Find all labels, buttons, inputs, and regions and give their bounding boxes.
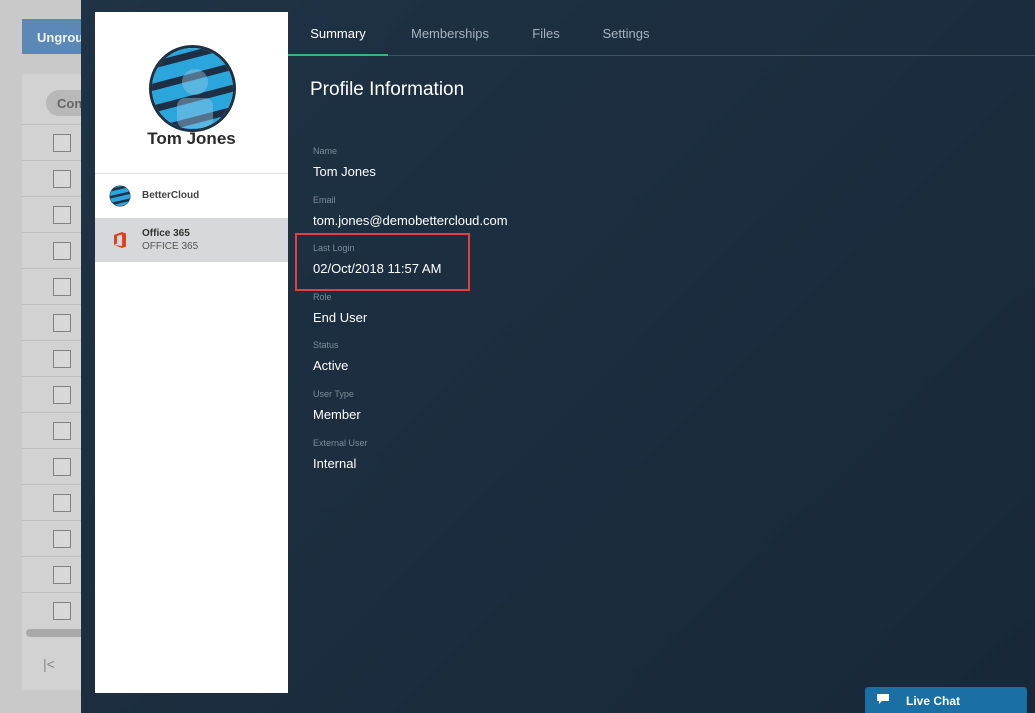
row-checkbox[interactable]: [53, 602, 71, 620]
live-chat-label: Live Chat: [906, 694, 961, 708]
tab-summary[interactable]: Summary: [288, 12, 388, 56]
chat-bubble-icon: [877, 694, 889, 704]
row-checkbox[interactable]: [53, 170, 71, 188]
field-value: End User: [313, 310, 368, 325]
field-label: Role: [313, 292, 332, 302]
highlight-box: [295, 233, 470, 291]
profile-sidebar: Tom Jones BetterCloud Office 365 OFFICE …: [95, 12, 288, 693]
profile-tabs: Summary Memberships Files Settings: [288, 12, 1035, 56]
app-item-bettercloud[interactable]: BetterCloud: [95, 174, 288, 218]
row-checkbox[interactable]: [53, 206, 71, 224]
field-role: Role End User: [313, 292, 367, 325]
tab-settings[interactable]: Settings: [596, 12, 656, 56]
app-item-sublabel: OFFICE 365: [142, 241, 199, 252]
field-value: Tom Jones: [313, 164, 376, 179]
profile-user-name: Tom Jones: [147, 129, 236, 148]
field-label: Status: [313, 340, 339, 350]
avatar: [149, 45, 236, 132]
tab-files[interactable]: Files: [526, 12, 566, 56]
row-checkbox[interactable]: [53, 350, 71, 368]
field-value: Member: [313, 407, 361, 422]
field-label: Name: [313, 146, 338, 156]
field-status: Status Active: [313, 340, 348, 373]
row-checkbox[interactable]: [53, 494, 71, 512]
user-avatar-icon: [152, 48, 233, 129]
row-checkbox[interactable]: [53, 386, 71, 404]
row-checkbox[interactable]: [53, 530, 71, 548]
field-value: tom.jones@demobettercloud.com: [313, 213, 508, 228]
row-checkbox[interactable]: [53, 422, 71, 440]
row-checkbox[interactable]: [53, 134, 71, 152]
bettercloud-logo-icon: [109, 185, 131, 207]
field-user-type: User Type Member: [313, 389, 361, 422]
office365-logo-icon: [114, 232, 126, 248]
field-name: Name Tom Jones: [313, 146, 376, 179]
field-value: Internal: [313, 456, 357, 471]
field-label: External User: [313, 438, 368, 448]
field-label: User Type: [313, 389, 354, 399]
first-page-button[interactable]: |<: [43, 656, 55, 672]
tab-memberships[interactable]: Memberships: [402, 12, 498, 56]
app-item-label: Office 365: [142, 228, 190, 239]
field-label: Email: [313, 195, 336, 205]
app-item-label: BetterCloud: [142, 190, 200, 201]
field-value: Active: [313, 358, 349, 373]
row-checkbox[interactable]: [53, 278, 71, 296]
row-checkbox[interactable]: [53, 242, 71, 260]
user-profile-modal: Tom Jones BetterCloud Office 365 OFFICE …: [81, 0, 1035, 713]
field-external-user: External User Internal: [313, 438, 368, 471]
row-checkbox[interactable]: [53, 314, 71, 332]
field-email: Email tom.jones@demobettercloud.com: [313, 195, 508, 228]
row-checkbox[interactable]: [53, 458, 71, 476]
row-checkbox[interactable]: [53, 566, 71, 584]
live-chat-button[interactable]: Live Chat: [865, 687, 1027, 713]
section-title: Profile Information: [310, 79, 465, 100]
app-item-office365[interactable]: Office 365 OFFICE 365: [95, 218, 288, 262]
